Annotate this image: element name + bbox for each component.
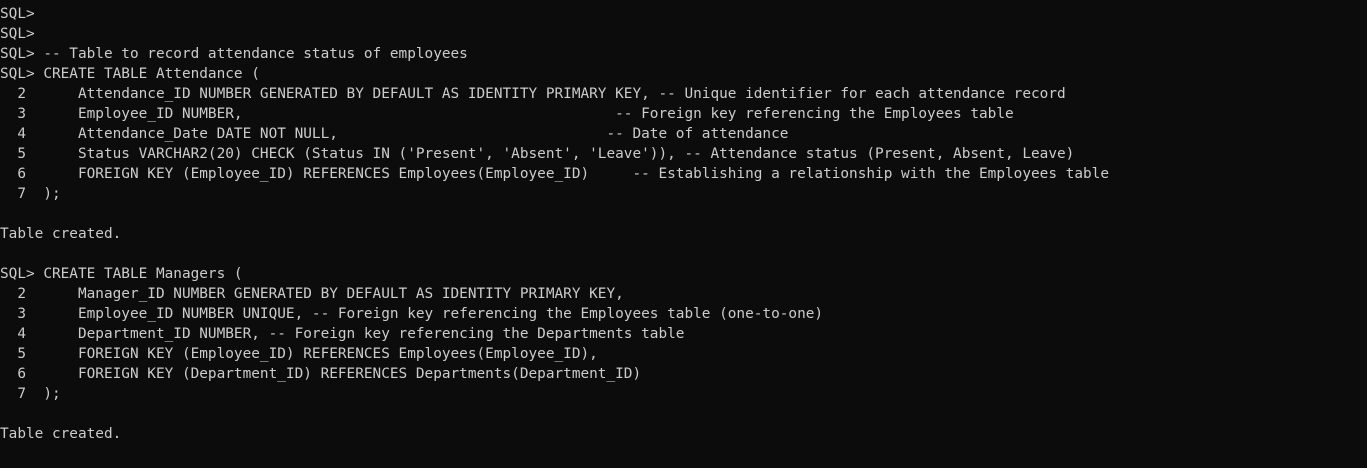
sql-continuation-line: 7 ); [0,386,61,402]
terminal-output[interactable]: SQL> SQL> SQL> -- Table to record attend… [0,0,1367,468]
sql-continuation-line: 5 Status VARCHAR2(20) CHECK (Status IN (… [0,146,1075,162]
sql-prompt-line: SQL> [0,6,35,22]
sql-continuation-line: 4 Department_ID NUMBER, -- Foreign key r… [0,326,685,342]
sql-command-line: SQL> CREATE TABLE Managers ( [0,266,243,282]
sql-continuation-line: 5 FOREIGN KEY (Employee_ID) REFERENCES E… [0,346,598,362]
sql-continuation-line: 3 Employee_ID NUMBER, -- Foreign key ref… [0,106,1014,122]
sql-command-line: SQL> CREATE TABLE Attendance ( [0,66,260,82]
sql-prompt-line: SQL> [0,26,35,42]
sql-continuation-line: 7 ); [0,186,61,202]
sql-continuation-line: 4 Attendance_Date DATE NOT NULL, -- Date… [0,126,789,142]
sql-continuation-line: 2 Manager_ID NUMBER GENERATED BY DEFAULT… [0,286,624,302]
sql-continuation-line: 6 FOREIGN KEY (Employee_ID) REFERENCES E… [0,166,1109,182]
sql-continuation-line: 3 Employee_ID NUMBER UNIQUE, -- Foreign … [0,306,824,322]
result-message: Table created. [0,426,122,442]
sql-comment-line: SQL> -- Table to record attendance statu… [0,46,468,62]
sql-continuation-line: 2 Attendance_ID NUMBER GENERATED BY DEFA… [0,86,1066,102]
sql-continuation-line: 6 FOREIGN KEY (Department_ID) REFERENCES… [0,366,642,382]
result-message: Table created. [0,226,122,242]
